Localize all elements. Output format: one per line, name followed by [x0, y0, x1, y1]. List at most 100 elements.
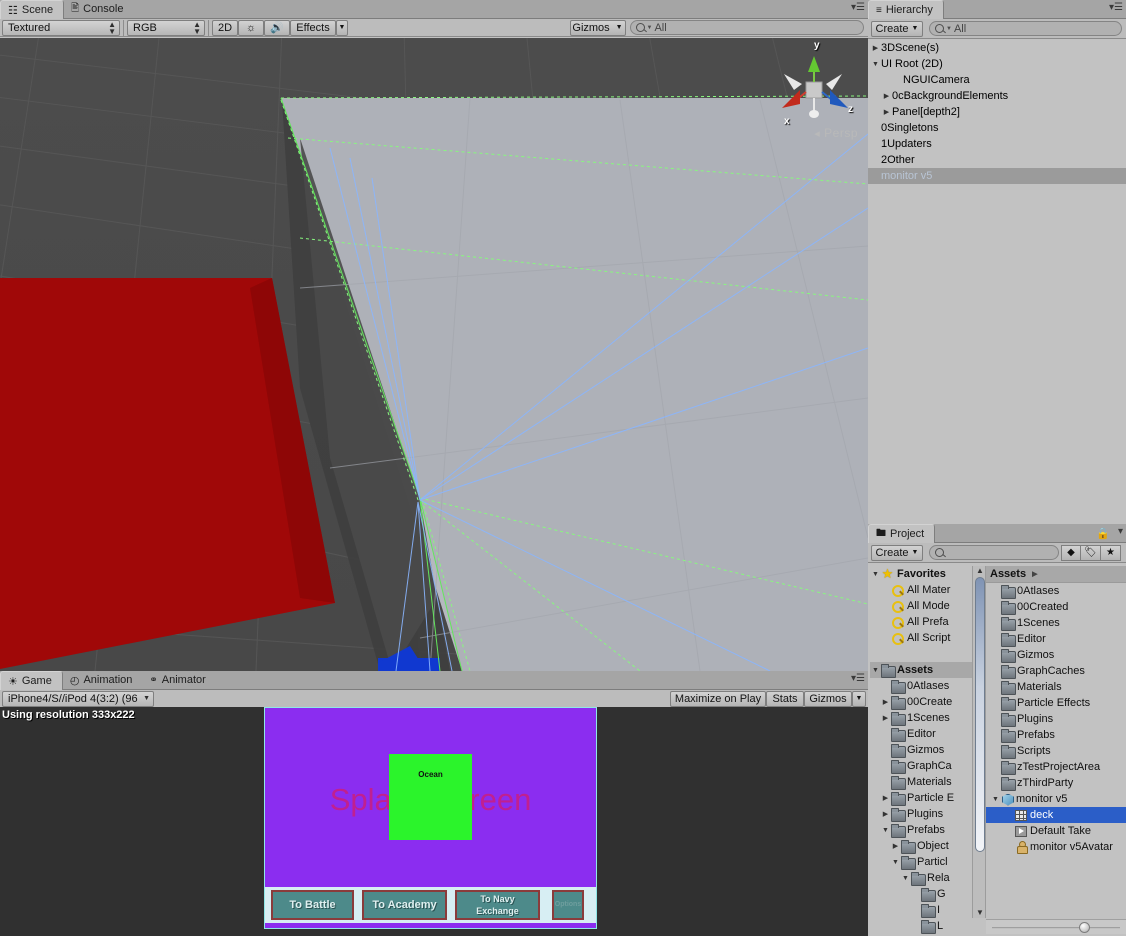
zoom-slider-knob[interactable]: [1079, 922, 1090, 933]
chevron-right-icon[interactable]: ▶: [881, 108, 892, 116]
scene-audio-button[interactable]: 🔊: [264, 19, 290, 36]
tab-hierarchy[interactable]: ≡ Hierarchy: [868, 0, 944, 19]
project-asset-item[interactable]: Gizmos: [986, 647, 1126, 663]
project-tree-scrollbar[interactable]: ▲ ▼: [972, 566, 986, 918]
project-asset-item[interactable]: 1Scenes: [986, 615, 1126, 631]
hierarchy-search-input[interactable]: ▼ All: [929, 21, 1122, 36]
project-tree-item[interactable]: All Prefa: [870, 614, 976, 630]
hierarchy-item[interactable]: 0Singletons: [868, 120, 1126, 136]
project-tree-item[interactable]: ▼ Particl: [870, 854, 976, 870]
chevron-right-icon[interactable]: ▶: [890, 842, 901, 850]
scene-viewport[interactable]: y x z ◂ Persp: [0, 38, 868, 671]
project-tree-item[interactable]: [870, 646, 976, 662]
chevron-down-icon[interactable]: ▼: [870, 571, 881, 578]
game-gizmos-dropdown-arrow[interactable]: ▼: [852, 690, 866, 707]
chevron-right-icon[interactable]: ▶: [870, 44, 881, 52]
project-tree-item[interactable]: ▼ Assets: [870, 662, 976, 678]
project-asset-item[interactable]: Prefabs: [986, 727, 1126, 743]
project-tree-item[interactable]: All Mode: [870, 598, 976, 614]
project-tree-item[interactable]: L: [870, 918, 976, 934]
project-tree-item[interactable]: GraphCa: [870, 758, 976, 774]
tab-console[interactable]: 🖹 Console: [64, 0, 133, 18]
game-viewport[interactable]: Using resolution 333x222 Splash Screen O…: [0, 707, 868, 936]
scroll-up-arrow-icon[interactable]: ▲: [975, 566, 985, 576]
project-tree-item[interactable]: ▼ ★ Favorites: [870, 566, 976, 582]
hierarchy-item[interactable]: 1Updaters: [868, 136, 1126, 152]
hierarchy-panel-menu-icon[interactable]: ▾☰: [1109, 3, 1123, 13]
tab-game[interactable]: ☀ Game: [0, 671, 63, 690]
hierarchy-item[interactable]: ▼ UI Root (2D): [868, 56, 1126, 72]
tab-project[interactable]: 🖿 Project: [868, 524, 936, 543]
scene-panel-menu-icon[interactable]: ▾☰: [851, 3, 865, 13]
tab-scene[interactable]: ☷ Scene: [0, 0, 65, 19]
aspect-ratio-dropdown[interactable]: iPhone4/S//iPod 4(3:2) (96( ▼: [2, 690, 154, 707]
to-academy-button[interactable]: To Academy: [362, 890, 447, 920]
project-tree-item[interactable]: All Mater: [870, 582, 976, 598]
project-tree-item[interactable]: ▶ 00Create: [870, 694, 976, 710]
project-asset-item[interactable]: Plugins: [986, 711, 1126, 727]
project-asset-item[interactable]: Particle Effects: [986, 695, 1126, 711]
stats-button[interactable]: Stats: [766, 690, 804, 707]
tab-animation[interactable]: ◴ Animation: [63, 671, 143, 689]
hierarchy-item[interactable]: ▶ 3DScene(s): [868, 40, 1126, 56]
hierarchy-item[interactable]: ▶ Panel[depth2]: [868, 104, 1126, 120]
game-rendered-screen[interactable]: Splash Screen Ocean To Battle To Academy…: [264, 707, 597, 929]
project-asset-item[interactable]: Editor: [986, 631, 1126, 647]
game-gizmos-button[interactable]: Gizmos: [804, 690, 852, 707]
project-tree-item[interactable]: ▼ Prefabs: [870, 822, 976, 838]
project-asset-item[interactable]: GraphCaches: [986, 663, 1126, 679]
tab-animator[interactable]: ⚭ Animator: [142, 671, 215, 689]
chevron-right-icon[interactable]: ▶: [880, 794, 891, 802]
lock-icon[interactable]: 🔒: [1096, 527, 1110, 540]
project-asset-item[interactable]: 0Atlases: [986, 583, 1126, 599]
hierarchy-item[interactable]: NGUICamera: [868, 72, 1126, 88]
toggle-2d-button[interactable]: 2D: [212, 19, 238, 36]
chevron-down-icon[interactable]: ▼: [900, 875, 911, 882]
project-search-input[interactable]: [929, 545, 1059, 560]
project-tree-item[interactable]: G: [870, 886, 976, 902]
chevron-right-icon[interactable]: ▶: [880, 714, 891, 722]
chevron-down-icon[interactable]: ▼: [870, 61, 881, 68]
breadcrumb[interactable]: Assets ▶: [986, 566, 1126, 583]
project-panel-menu-icon[interactable]: ▾: [1118, 527, 1123, 537]
hierarchy-item[interactable]: 2Other: [868, 152, 1126, 168]
chevron-down-icon[interactable]: ▼: [990, 796, 1001, 803]
to-navy-exchange-button[interactable]: To Navy Exchange: [455, 890, 540, 920]
project-asset-item[interactable]: zThirdParty: [986, 775, 1126, 791]
project-tree-item[interactable]: All Script: [870, 630, 976, 646]
draw-mode-dropdown[interactable]: Textured ▲ ▼: [2, 19, 120, 36]
effects-button[interactable]: Effects: [290, 19, 336, 36]
ocean-panel[interactable]: Ocean: [389, 754, 472, 840]
project-asset-item[interactable]: ▼ monitor v5: [986, 791, 1126, 807]
scene-lighting-button[interactable]: ☼: [238, 19, 264, 36]
project-tree-item[interactable]: ▶ Plugins: [870, 806, 976, 822]
project-asset-item[interactable]: Materials: [986, 679, 1126, 695]
chevron-down-icon[interactable]: ▼: [880, 827, 891, 834]
project-contents-pane[interactable]: Assets ▶ 0Atlases 00Created 1Scenes Editor G…: [986, 566, 1126, 934]
hierarchy-item[interactable]: ▶ 0cBackgroundElements: [868, 88, 1126, 104]
color-mode-dropdown[interactable]: RGB ▲ ▼: [127, 19, 205, 36]
options-button[interactable]: Options: [552, 890, 584, 920]
project-asset-item[interactable]: zTestProjectArea: [986, 759, 1126, 775]
project-create-button[interactable]: Create ▼: [871, 544, 923, 561]
effects-dropdown-arrow[interactable]: ▼: [336, 19, 348, 36]
project-tree-item[interactable]: ▼ Rela: [870, 870, 976, 886]
project-asset-item[interactable]: Default Take: [986, 823, 1126, 839]
game-panel-menu-icon[interactable]: ▾☰: [851, 674, 865, 684]
project-tree-item[interactable]: 0Atlases: [870, 678, 976, 694]
project-tree-item[interactable]: ▶ 1Scenes: [870, 710, 976, 726]
project-asset-item[interactable]: Scripts: [986, 743, 1126, 759]
hierarchy-create-button[interactable]: Create ▼: [871, 20, 923, 37]
project-tree-item[interactable]: ▶ Object: [870, 838, 976, 854]
project-asset-item[interactable]: deck: [986, 807, 1126, 823]
project-asset-item[interactable]: 00Created: [986, 599, 1126, 615]
scene-search-input[interactable]: ▼ All: [629, 20, 864, 35]
project-zoom-slider[interactable]: [986, 919, 1126, 934]
project-tree-item[interactable]: I: [870, 902, 976, 918]
filter-by-type-button[interactable]: ◆: [1061, 544, 1081, 561]
filter-by-label-button[interactable]: 🏷: [1081, 544, 1101, 561]
chevron-right-icon[interactable]: ▶: [881, 92, 892, 100]
hierarchy-item[interactable]: monitor v5: [868, 168, 1126, 184]
hierarchy-tree[interactable]: ▶ 3DScene(s) ▼ UI Root (2D) NGUICamera ▶ 0cBac…: [868, 40, 1126, 524]
to-battle-button[interactable]: To Battle: [271, 890, 354, 920]
